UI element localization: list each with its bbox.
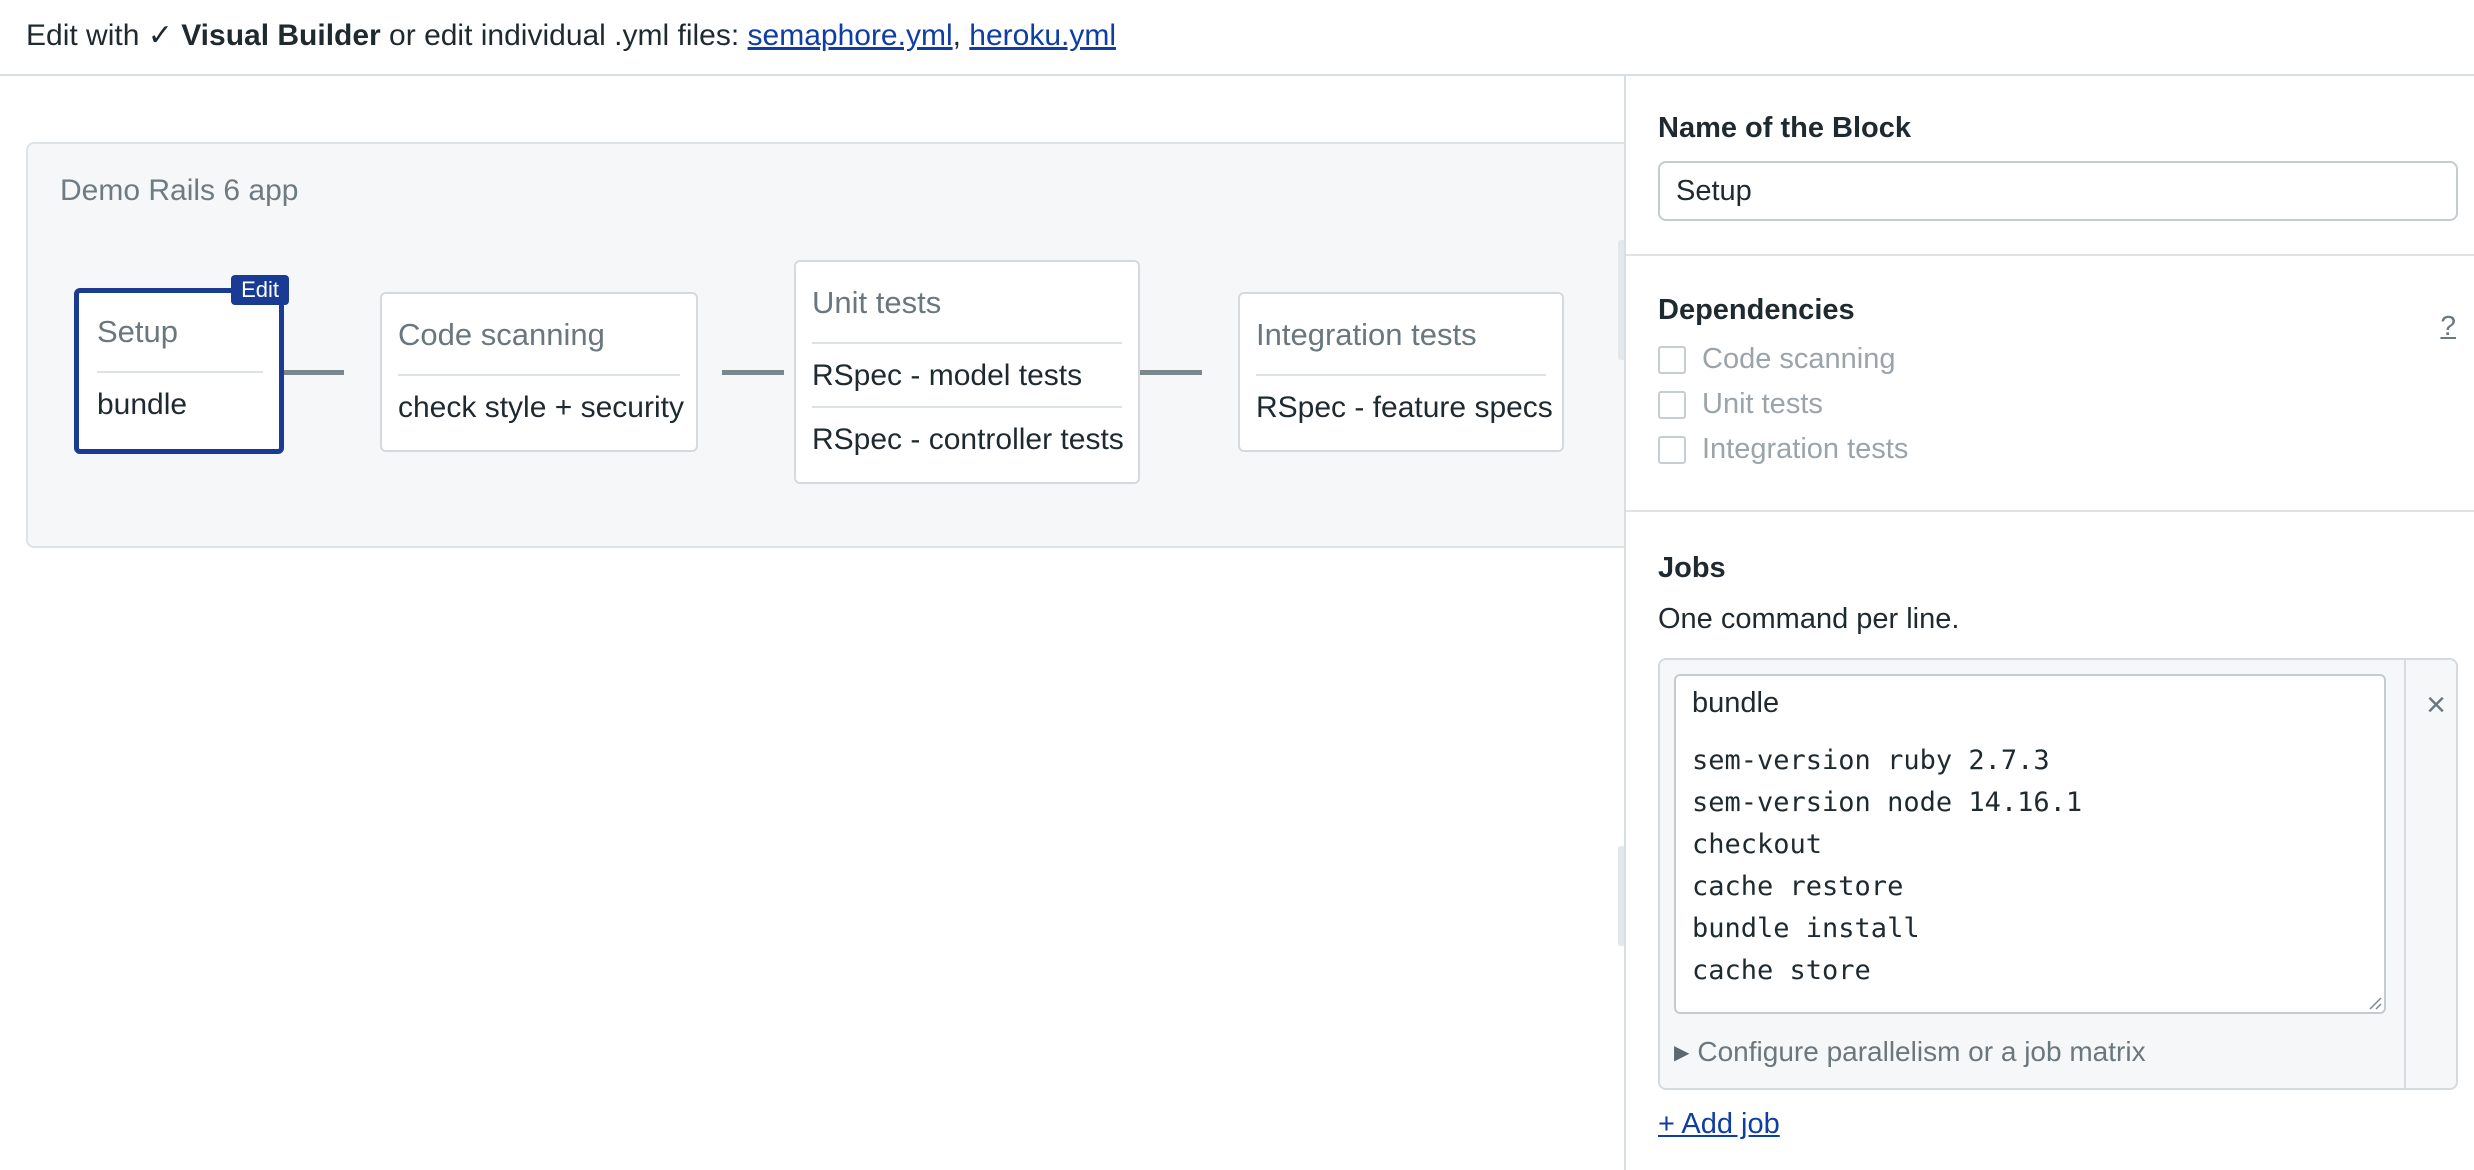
block-job: RSpec - controller tests bbox=[812, 406, 1124, 470]
connector-line bbox=[282, 370, 344, 375]
connector-line bbox=[1140, 370, 1202, 375]
command-line: cache restore bbox=[1692, 871, 1904, 902]
block-name-label: Name of the Block bbox=[1658, 112, 1911, 144]
help-icon[interactable]: ? bbox=[2440, 310, 2456, 342]
command-line: sem-version node 14.16.1 bbox=[1692, 787, 2083, 818]
dependency-label: Code scanning bbox=[1702, 343, 1896, 375]
block-name-input[interactable]: Setup bbox=[1658, 161, 2458, 221]
configure-parallelism-toggle[interactable]: ▶ Configure parallelism or a job matrix bbox=[1674, 1036, 2146, 1068]
add-job-link[interactable]: + Add job bbox=[1658, 1108, 1780, 1141]
block-name: Setup bbox=[97, 293, 263, 373]
checkbox[interactable] bbox=[1658, 345, 1686, 374]
jobs-label: Jobs bbox=[1658, 552, 1726, 584]
job-commands-textarea[interactable]: sem-version ruby 2.7.3 sem-version node … bbox=[1674, 730, 2386, 1014]
block-integration-tests[interactable]: Integration tests RSpec - feature specs bbox=[1238, 292, 1564, 452]
command-line: cache store bbox=[1692, 955, 1871, 986]
block-unit-tests[interactable]: Unit tests RSpec - model tests RSpec - c… bbox=[794, 260, 1140, 484]
file-separator: , bbox=[952, 19, 961, 52]
block-name: Code scanning bbox=[398, 294, 680, 376]
dependency-checkbox-integration-tests[interactable]: Integration tests bbox=[1658, 427, 2442, 472]
checkbox[interactable] bbox=[1658, 390, 1686, 419]
semaphore-yml-link[interactable]: semaphore.yml bbox=[748, 19, 953, 52]
editor-header: Edit with ✓ Visual Builder or edit indiv… bbox=[0, 0, 2474, 76]
block-code-scanning[interactable]: Code scanning check style + security bbox=[380, 292, 698, 452]
pipeline-name[interactable]: Demo Rails 6 app bbox=[60, 174, 298, 208]
disclosure-triangle-icon: ▶ bbox=[1674, 1042, 1690, 1064]
block-job: bundle bbox=[97, 388, 188, 421]
command-line: sem-version ruby 2.7.3 bbox=[1692, 745, 2050, 776]
job-actions-column: × bbox=[2404, 660, 2456, 1088]
resize-grip-icon[interactable] bbox=[2366, 994, 2382, 1010]
block-name-section: Name of the Block Setup bbox=[1626, 76, 2474, 256]
dependency-checkbox-unit-tests[interactable]: Unit tests bbox=[1658, 382, 2442, 427]
dependencies-section: Dependencies ? Code scanning Unit tests … bbox=[1626, 256, 2474, 512]
block-job: RSpec - feature specs bbox=[1256, 391, 1553, 424]
block-editor-panel: Name of the Block Setup Dependencies ? C… bbox=[1624, 76, 2474, 1170]
header-prefix: Edit with bbox=[26, 19, 148, 52]
dependencies-label: Dependencies bbox=[1658, 294, 1855, 326]
dependency-label: Unit tests bbox=[1702, 388, 1823, 420]
block-job: check style + security bbox=[398, 391, 684, 424]
dependency-checkbox-code-scanning[interactable]: Code scanning bbox=[1658, 337, 2442, 382]
checkbox[interactable] bbox=[1658, 435, 1686, 464]
configure-parallelism-label: Configure parallelism or a job matrix bbox=[1697, 1036, 2146, 1067]
command-line: bundle install bbox=[1692, 913, 1920, 944]
checkmark-icon: ✓ bbox=[147, 19, 173, 52]
job-name-input[interactable]: bundle bbox=[1674, 674, 2386, 732]
jobs-hint: One command per line. bbox=[1658, 603, 1960, 635]
edit-badge[interactable]: Edit bbox=[231, 275, 289, 305]
block-setup[interactable]: Edit Setup bundle bbox=[74, 275, 289, 454]
jobs-section: Jobs One command per line. bundle sem-ve… bbox=[1626, 512, 2474, 1090]
dependency-label: Integration tests bbox=[1702, 433, 1909, 465]
block-name: Unit tests bbox=[812, 262, 1122, 344]
job-card: bundle sem-version ruby 2.7.3 sem-versio… bbox=[1658, 658, 2458, 1090]
block-job: RSpec - model tests bbox=[812, 359, 1083, 392]
connector-line bbox=[722, 370, 784, 375]
visual-builder-label: Visual Builder bbox=[181, 19, 381, 52]
remove-job-icon[interactable]: × bbox=[2426, 686, 2446, 725]
header-middle: or edit individual .yml files: bbox=[380, 19, 748, 52]
block-name: Integration tests bbox=[1256, 294, 1546, 376]
pipeline-canvas: Demo Rails 6 app Edit Setup bundle Code … bbox=[26, 142, 1686, 548]
command-line: checkout bbox=[1692, 829, 1823, 860]
heroku-yml-link[interactable]: heroku.yml bbox=[969, 19, 1116, 52]
